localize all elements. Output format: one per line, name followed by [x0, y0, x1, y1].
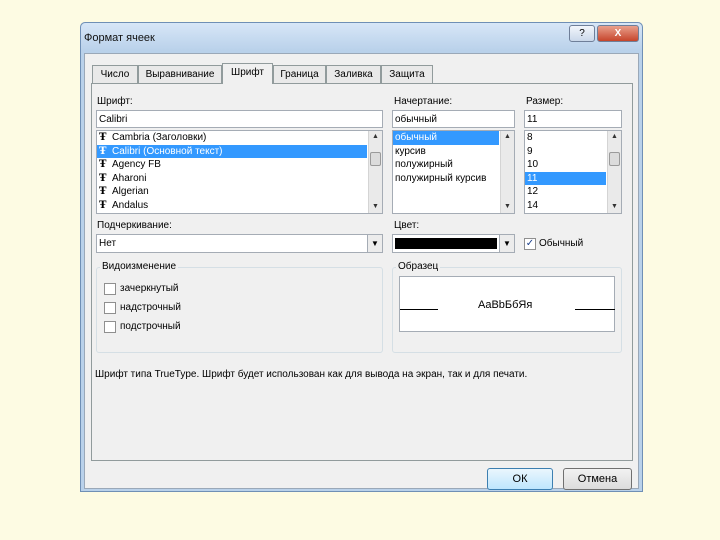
chevron-down-icon[interactable]: ▼: [499, 235, 514, 252]
preview-baseline-right: [575, 309, 615, 310]
scroll-up-icon[interactable]: ▲: [501, 131, 514, 143]
scroll-down-icon[interactable]: ▼: [608, 201, 621, 213]
title-bar[interactable]: Формат ячеек ? X: [81, 23, 642, 51]
font-label: Шрифт:: [97, 96, 133, 107]
truetype-font-icon: Ŧ: [99, 199, 107, 211]
sample-group-label: Образец: [396, 261, 441, 272]
font-list-item[interactable]: Ŧ Agency FB: [97, 158, 382, 172]
dialog-body: Число Выравнивание Шрифт Граница Заливка…: [84, 53, 639, 490]
size-list[interactable]: 8 9 10 11 12 14 ▲ ▼: [524, 130, 622, 214]
truetype-font-icon: Ŧ: [99, 145, 107, 157]
format-cells-dialog: Формат ячеек ? X Число Выравнивание Шриф…: [80, 22, 643, 492]
scroll-up-icon[interactable]: ▲: [608, 131, 621, 143]
close-button[interactable]: X: [597, 25, 639, 42]
sample-preview: AaBbБбЯя: [399, 276, 615, 332]
size-label: Размер:: [526, 96, 564, 107]
scroll-down-icon[interactable]: ▼: [501, 201, 514, 213]
help-button[interactable]: ?: [569, 25, 595, 42]
style-list-item[interactable]: полужирный: [393, 158, 514, 172]
underline-label: Подчеркивание:: [97, 220, 172, 231]
font-list-item[interactable]: Ŧ Algerian: [97, 185, 382, 199]
scroll-up-icon[interactable]: ▲: [369, 131, 382, 143]
cancel-button[interactable]: Отмена: [563, 468, 632, 490]
font-tab-panel: Шрифт: Calibri Ŧ Cambria (Заголовки) Ŧ Cal…: [91, 83, 633, 461]
normal-font-label[interactable]: Обычный: [539, 238, 583, 249]
preview-baseline-left: [400, 309, 438, 310]
tab-number[interactable]: Число: [92, 65, 138, 83]
strikethrough-checkbox[interactable]: [104, 283, 116, 295]
style-label: Начертание:: [394, 96, 453, 107]
effects-group-label: Видоизменение: [100, 261, 179, 272]
style-input[interactable]: обычный: [392, 110, 515, 128]
color-label: Цвет:: [394, 220, 420, 231]
truetype-font-icon: Ŧ: [99, 159, 107, 170]
underline-select-value: Нет: [99, 238, 117, 249]
color-select[interactable]: ▼: [392, 234, 515, 253]
truetype-font-icon: Ŧ: [99, 186, 107, 197]
font-list-item[interactable]: Ŧ Aharoni: [97, 172, 382, 186]
color-swatch: [395, 238, 497, 249]
tab-protection[interactable]: Защита: [381, 65, 433, 83]
chevron-down-icon[interactable]: ▼: [367, 235, 382, 252]
sample-text: AaBbБбЯя: [478, 299, 533, 311]
truetype-font-icon: Ŧ: [99, 132, 107, 143]
tab-alignment[interactable]: Выравнивание: [138, 65, 222, 83]
style-list[interactable]: обычный курсив полужирный полужирный кур…: [392, 130, 515, 214]
font-info-text: Шрифт типа TrueType. Шрифт будет использ…: [95, 369, 528, 380]
subscript-label[interactable]: подстрочный: [120, 321, 181, 332]
font-list-item[interactable]: Ŧ Cambria (Заголовки): [97, 131, 382, 145]
style-list-item[interactable]: курсив: [393, 145, 514, 159]
dialog-title: Формат ячеек: [84, 32, 155, 44]
underline-select[interactable]: Нет ▼: [96, 234, 383, 253]
font-list-item[interactable]: Ŧ Andalus: [97, 199, 382, 213]
superscript-checkbox[interactable]: [104, 302, 116, 314]
font-list[interactable]: Ŧ Cambria (Заголовки) Ŧ Calibri (Основной …: [96, 130, 383, 214]
scroll-thumb[interactable]: [609, 152, 620, 166]
tab-font[interactable]: Шрифт: [222, 63, 273, 84]
superscript-label[interactable]: надстрочный: [120, 302, 181, 313]
font-list-scrollbar[interactable]: ▲ ▼: [368, 131, 382, 213]
tab-border[interactable]: Граница: [273, 65, 326, 83]
size-input[interactable]: 11: [524, 110, 622, 128]
normal-font-checkbox[interactable]: ✓: [524, 238, 536, 250]
tab-fill[interactable]: Заливка: [326, 65, 381, 83]
size-list-item-selected[interactable]: 11: [525, 171, 606, 185]
size-list-scrollbar[interactable]: ▲ ▼: [607, 131, 621, 213]
scroll-down-icon[interactable]: ▼: [369, 201, 382, 213]
ok-button[interactable]: ОК: [487, 468, 553, 490]
style-list-item[interactable]: полужирный курсив: [393, 172, 514, 186]
scroll-thumb[interactable]: [370, 152, 381, 166]
style-list-item-selected[interactable]: обычный: [393, 131, 499, 145]
font-input[interactable]: Calibri: [96, 110, 383, 128]
truetype-font-icon: Ŧ: [99, 172, 107, 184]
style-list-scrollbar[interactable]: ▲ ▼: [500, 131, 514, 213]
font-list-item-selected[interactable]: Ŧ Calibri (Основной текст): [97, 144, 367, 158]
subscript-checkbox[interactable]: [104, 321, 116, 333]
strikethrough-label[interactable]: зачеркнутый: [120, 283, 179, 294]
